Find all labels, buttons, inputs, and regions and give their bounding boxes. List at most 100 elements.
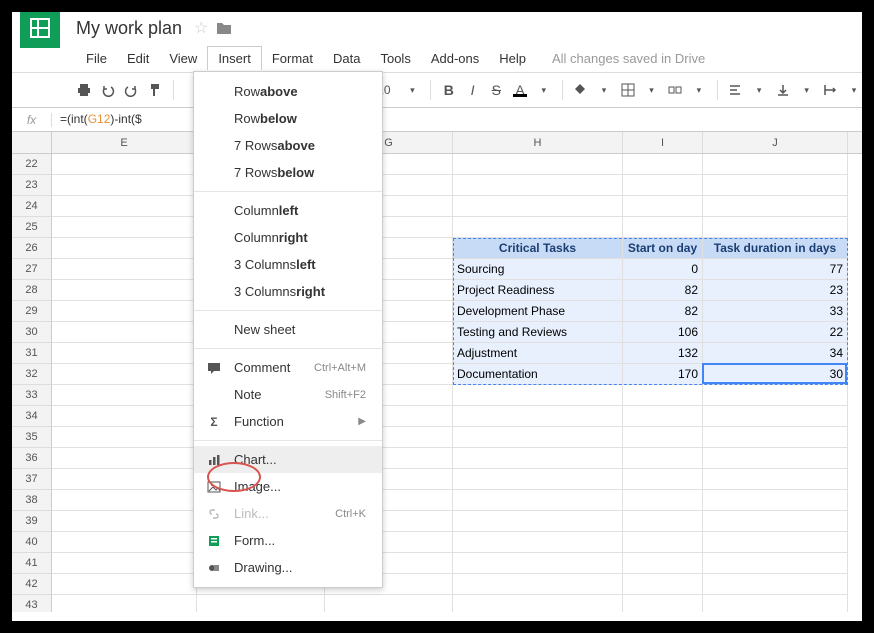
redo-icon[interactable] [123, 79, 139, 101]
cell[interactable] [703, 574, 848, 595]
cell[interactable] [52, 217, 197, 238]
cell[interactable]: 34 [703, 343, 848, 364]
row-header[interactable]: 38 [12, 490, 52, 511]
cell[interactable] [52, 343, 197, 364]
fill-color-icon[interactable] [572, 79, 588, 101]
menu-item-column[interactable]: Column right [194, 224, 382, 251]
cell[interactable]: 30 [703, 364, 848, 385]
cell[interactable] [52, 175, 197, 196]
cell[interactable] [453, 196, 623, 217]
cell[interactable] [52, 553, 197, 574]
cell[interactable] [52, 301, 197, 322]
cell[interactable] [703, 595, 848, 612]
menu-item-chart[interactable]: Chart... [194, 446, 382, 473]
cell[interactable] [623, 553, 703, 574]
cell[interactable] [703, 154, 848, 175]
cell[interactable]: 22 [703, 322, 848, 343]
menu-item-form[interactable]: Form... [194, 527, 382, 554]
row-header[interactable]: 30 [12, 322, 52, 343]
cell[interactable] [52, 364, 197, 385]
cell[interactable]: 23 [703, 280, 848, 301]
borders-dropdown[interactable]: ▾ [644, 79, 660, 101]
cell[interactable] [623, 217, 703, 238]
cell[interactable] [623, 448, 703, 469]
cell[interactable] [703, 469, 848, 490]
menu-item-drawing[interactable]: Drawing... [194, 554, 382, 581]
row-header[interactable]: 36 [12, 448, 52, 469]
cell[interactable] [453, 490, 623, 511]
wrap-icon[interactable] [822, 79, 838, 101]
cell[interactable] [623, 406, 703, 427]
cell[interactable] [453, 154, 623, 175]
cell[interactable] [703, 532, 848, 553]
cell[interactable] [52, 385, 197, 406]
cell[interactable] [623, 154, 703, 175]
strikethrough-icon[interactable]: S [488, 79, 504, 101]
formula-input[interactable]: =(int(G12)-int($ [52, 112, 142, 127]
font-size-dropdown[interactable]: ▾ [405, 79, 421, 101]
cell[interactable] [52, 511, 197, 532]
cell[interactable]: 82 [623, 280, 703, 301]
cell[interactable] [703, 448, 848, 469]
cell[interactable] [52, 427, 197, 448]
italic-icon[interactable]: I [465, 79, 481, 101]
paint-format-icon[interactable] [147, 79, 163, 101]
row-header[interactable]: 31 [12, 343, 52, 364]
menu-item-comment[interactable]: CommentCtrl+Alt+M [194, 354, 382, 381]
menu-item-row[interactable]: Row above [194, 78, 382, 105]
cell[interactable]: Task duration in days [703, 238, 848, 259]
cell[interactable] [623, 385, 703, 406]
cell[interactable] [703, 406, 848, 427]
menu-help[interactable]: Help [489, 47, 536, 70]
col-header-e[interactable]: E [52, 132, 197, 153]
cell[interactable] [703, 553, 848, 574]
cell[interactable]: Testing and Reviews [453, 322, 623, 343]
cell[interactable] [52, 469, 197, 490]
fill-dropdown[interactable]: ▾ [596, 79, 612, 101]
row-header[interactable]: 40 [12, 532, 52, 553]
cell[interactable]: 82 [623, 301, 703, 322]
menu-item-columns[interactable]: 3 Columns left [194, 251, 382, 278]
cell[interactable] [453, 574, 623, 595]
valign-dropdown[interactable]: ▾ [799, 79, 815, 101]
row-header[interactable]: 27 [12, 259, 52, 280]
cell[interactable] [52, 322, 197, 343]
menu-format[interactable]: Format [262, 47, 323, 70]
cell[interactable] [453, 553, 623, 574]
borders-icon[interactable] [620, 79, 636, 101]
cell[interactable] [703, 196, 848, 217]
cell[interactable] [453, 175, 623, 196]
cell[interactable] [703, 385, 848, 406]
cell[interactable] [453, 595, 623, 612]
sheets-logo[interactable] [20, 12, 60, 48]
text-color-icon[interactable]: A [512, 79, 528, 101]
valign-icon[interactable] [775, 79, 791, 101]
menu-file[interactable]: File [76, 47, 117, 70]
cell[interactable]: 33 [703, 301, 848, 322]
halign-dropdown[interactable]: ▾ [751, 79, 767, 101]
row-header[interactable]: 25 [12, 217, 52, 238]
col-header-j[interactable]: J [703, 132, 848, 153]
cell[interactable] [52, 490, 197, 511]
row-header[interactable]: 24 [12, 196, 52, 217]
cell[interactable]: 170 [623, 364, 703, 385]
star-icon[interactable]: ☆ [194, 18, 208, 38]
cell[interactable] [703, 490, 848, 511]
cell[interactable] [703, 427, 848, 448]
spreadsheet-grid[interactable]: EFGHIJ 2223242526Critical TasksStart on … [12, 132, 862, 612]
cell[interactable] [453, 511, 623, 532]
menu-item-column[interactable]: Column left [194, 197, 382, 224]
cell[interactable] [453, 385, 623, 406]
cell[interactable]: Critical Tasks [453, 238, 623, 259]
cell[interactable] [52, 154, 197, 175]
row-header[interactable]: 41 [12, 553, 52, 574]
menu-item-note[interactable]: NoteShift+F2 [194, 381, 382, 408]
col-header-i[interactable]: I [623, 132, 703, 153]
cell[interactable] [703, 175, 848, 196]
cell[interactable] [623, 511, 703, 532]
menu-addons[interactable]: Add-ons [421, 47, 489, 70]
cell[interactable] [52, 448, 197, 469]
row-header[interactable]: 29 [12, 301, 52, 322]
merge-dropdown[interactable]: ▾ [691, 79, 707, 101]
halign-icon[interactable] [728, 79, 744, 101]
